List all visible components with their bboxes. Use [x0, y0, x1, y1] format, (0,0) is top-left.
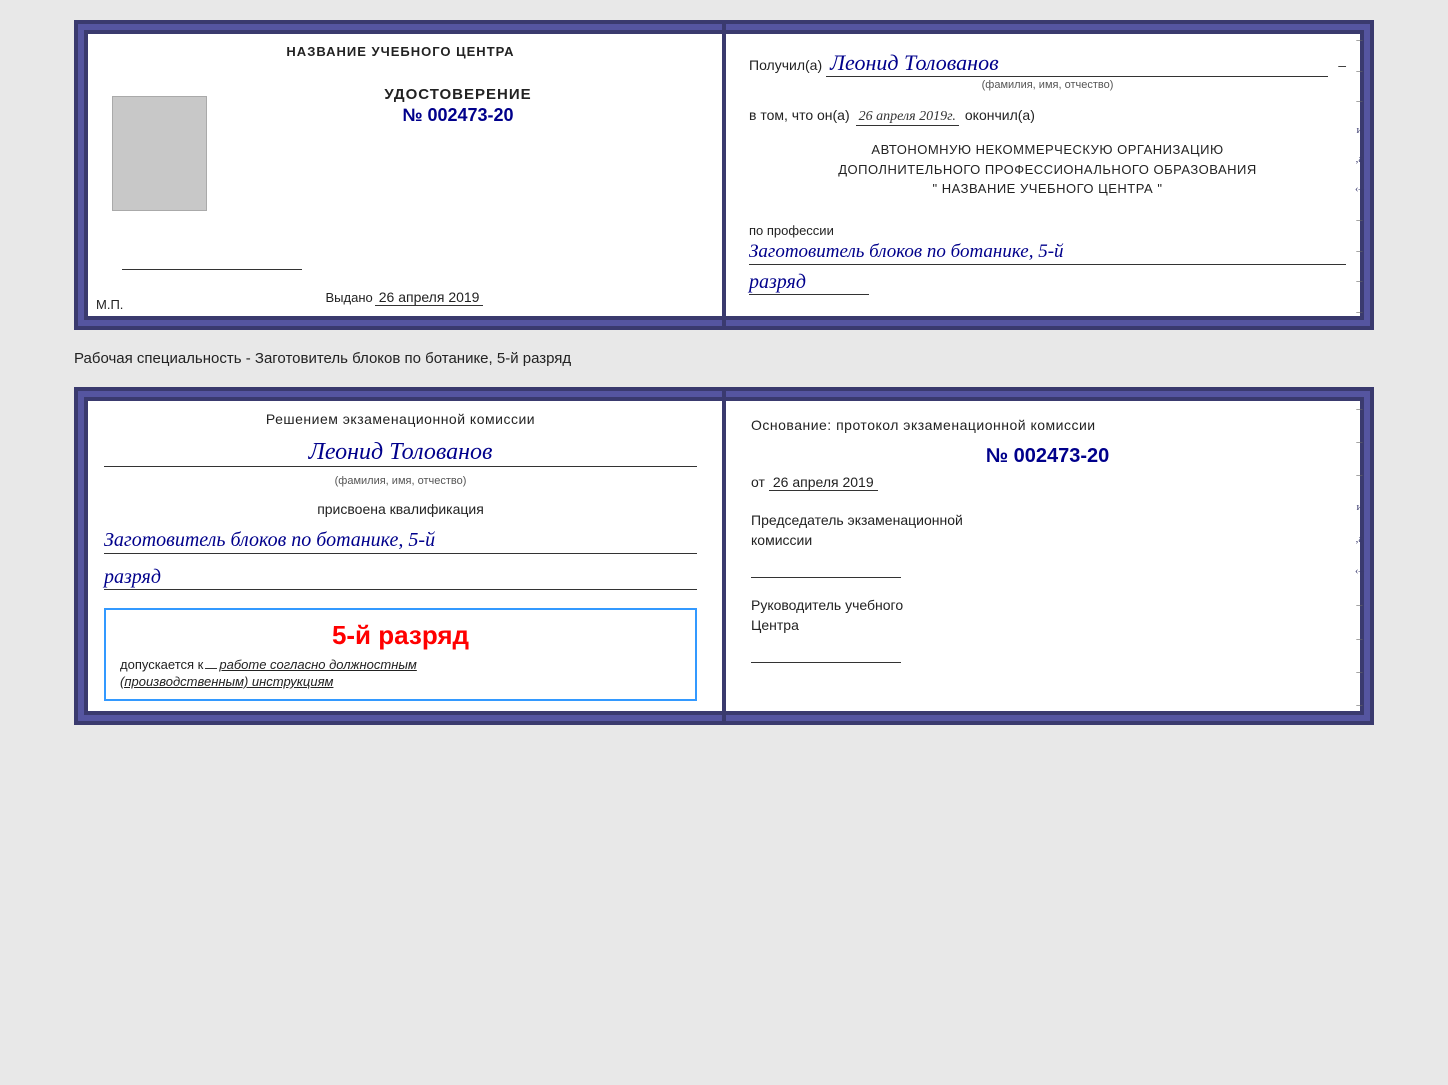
vtom-label: в том, что он(а) — [749, 107, 850, 123]
training-center-header: НАЗВАНИЕ УЧЕБНОГО ЦЕНТРА — [102, 44, 699, 59]
rukovoditel-label: Руководитель учебного — [751, 597, 903, 613]
razryad-value: разряд — [749, 271, 869, 295]
org-line1: АВТОНОМНУЮ НЕКОММЕРЧЕСКУЮ ОРГАНИЗАЦИЮ — [749, 140, 1346, 160]
ot-date: 26 апреля 2019 — [769, 474, 878, 491]
fio-hint-bottom: (фамилия, имя, отчество) — [104, 475, 697, 487]
predsedatel-label: Председатель экзаменационной — [751, 512, 963, 528]
photo-placeholder — [112, 96, 207, 211]
tsentra-label: Центра — [751, 617, 799, 633]
predsedatel-block: Председатель экзаменационной комиссии — [751, 511, 1344, 550]
side-dashes: – – – и ,а ‹– – – – – — [1355, 24, 1364, 326]
stamp-rank-text: 5-й разряд — [120, 620, 681, 651]
certificate-number: № 002473-20 — [384, 105, 531, 126]
certificate-bottom: Решением экзаменационной комиссии Леонид… — [74, 387, 1374, 725]
rukovoditel-block: Руководитель учебного Центра — [751, 596, 1344, 635]
completion-date: 26 апреля 2019г. — [856, 109, 959, 126]
dopuskaetsya-label: допускается к — [120, 657, 203, 672]
poluchil-row: Получил(а) Леонид Толованов – — [749, 50, 1346, 77]
stamp-box: 5-й разряд допускается к работе согласно… — [104, 608, 697, 701]
protocol-number: № 002473-20 — [751, 445, 1344, 468]
po-professii-label: по профессии — [749, 223, 1346, 238]
dopuskaetsya-row: допускается к работе согласно должностны… — [120, 657, 681, 672]
instruktsii-label: (производственным) инструкциям — [120, 674, 681, 689]
profession-bottom: Заготовитель блоков по ботанике, 5-й — [104, 527, 697, 554]
cert-top-left-page: НАЗВАНИЕ УЧЕБНОГО ЦЕНТРА УДОСТОВЕРЕНИЕ №… — [78, 24, 725, 326]
recipient-name: Леонид Толованов — [826, 50, 1328, 77]
okonchil-label: окончил(а) — [965, 107, 1035, 123]
cert-bottom-right-page: Основание: протокол экзаменационной коми… — [725, 391, 1370, 721]
profession-value: Заготовитель блоков по ботанике, 5-й — [749, 240, 1346, 266]
specialty-separator: Рабочая специальность - Заготовитель бло… — [74, 348, 1374, 369]
fio-hint-top: (фамилия, имя, отчество) — [749, 79, 1346, 91]
person-name: Леонид Толованов — [104, 439, 697, 467]
rabota-label: работе согласно должностным — [219, 657, 416, 672]
side-dashes-bottom: – – – и ,а ‹– – – – – — [1355, 391, 1364, 721]
komissii-label: комиссии — [751, 532, 812, 548]
mp-stamp-label: М.П. — [96, 297, 123, 312]
vtom-row: в том, что он(а) 26 апреля 2019г. окончи… — [749, 107, 1346, 126]
vydano-label: Выдано — [326, 290, 373, 305]
rukovoditel-signature-line — [751, 643, 901, 663]
cert-bottom-left-page: Решением экзаменационной комиссии Леонид… — [78, 391, 725, 721]
signature-line-top — [122, 250, 302, 270]
org-line2: ДОПОЛНИТЕЛЬНОГО ПРОФЕССИОНАЛЬНОГО ОБРАЗО… — [749, 160, 1346, 180]
document-container: НАЗВАНИЕ УЧЕБНОГО ЦЕНТРА УДОСТОВЕРЕНИЕ №… — [74, 20, 1374, 725]
prisvoena-label: присвоена квалификация — [104, 501, 697, 517]
ot-date-row: от 26 апреля 2019 — [751, 474, 1344, 491]
certificate-top: НАЗВАНИЕ УЧЕБНОГО ЦЕНТРА УДОСТОВЕРЕНИЕ №… — [74, 20, 1374, 330]
resheniem-label: Решением экзаменационной комиссии — [104, 411, 697, 427]
predsedatel-signature-line — [751, 558, 901, 578]
razryad-bottom: разряд — [104, 566, 697, 590]
poluchil-label: Получил(а) — [749, 57, 822, 73]
org-block: АВТОНОМНУЮ НЕКОММЕРЧЕСКУЮ ОРГАНИЗАЦИЮ ДО… — [749, 140, 1346, 199]
vydano-date: 26 апреля 2019 — [375, 289, 484, 306]
osnovaniye-label: Основание: протокол экзаменационной коми… — [751, 417, 1344, 433]
udostoverenie-title: УДОСТОВЕРЕНИЕ — [384, 86, 531, 103]
cert-top-right-page: Получил(а) Леонид Толованов – (фамилия, … — [725, 24, 1370, 326]
vydano-row: Выдано 26 апреля 2019 — [318, 289, 484, 306]
org-line3: " НАЗВАНИЕ УЧЕБНОГО ЦЕНТРА " — [749, 179, 1346, 199]
ot-label: от — [751, 474, 765, 490]
udostoverenie-block: УДОСТОВЕРЕНИЕ № 002473-20 — [384, 86, 531, 126]
